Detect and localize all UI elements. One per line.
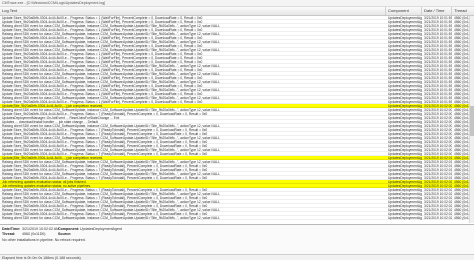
column-header-log-text[interactable]: Log Text: [0, 7, 386, 15]
window-title: CMTrace.exe - [C:\Windows\CCM\Logs\Updat…: [0, 0, 474, 7]
log-row-date-time: 3/21/2019 10:02:02 AM: [424, 216, 452, 220]
log-row-text: Raising client SDK event for class CCM_S…: [2, 216, 220, 220]
vertical-scrollbar[interactable]: [469, 16, 474, 223]
column-header-component[interactable]: Component: [386, 7, 422, 15]
column-header-date-time[interactable]: Date / Time: [422, 7, 452, 15]
detail-component-label: Component:: [58, 227, 80, 231]
detail-date-time-label: Date/Time:: [2, 227, 21, 231]
detail-source-label: Source:: [58, 232, 72, 236]
detail-message: No other installations in pipeline. No r…: [2, 238, 86, 242]
detail-date-time-value: 3/21/2019 10:02:02 AM: [22, 227, 60, 231]
detail-pane: Date/Time: 3/21/2019 10:02:02 AM Compone…: [0, 224, 474, 254]
detail-thread-label: Thread:: [2, 232, 16, 236]
scrollbar-thumb[interactable]: [470, 106, 474, 136]
log-row[interactable]: Raising client SDK event for class CCM_S…: [0, 216, 474, 220]
detail-thread-value: 4560 (0x11D0): [22, 232, 46, 236]
log-grid: Update Store_9b20a0bfb-0304-4c44-8c00-e.…: [0, 16, 474, 223]
log-grid-header: Log Text Component Date / Time Thread: [0, 7, 474, 16]
column-header-thread[interactable]: Thread: [452, 7, 474, 15]
log-row-component: UpdatesDeploymentAgent: [388, 216, 422, 220]
detail-component-value: UpdatesDeploymentAgent: [80, 227, 122, 231]
status-bar: Elapsed time is 0h 0m 0s 188ms (0.188 se…: [0, 254, 474, 260]
